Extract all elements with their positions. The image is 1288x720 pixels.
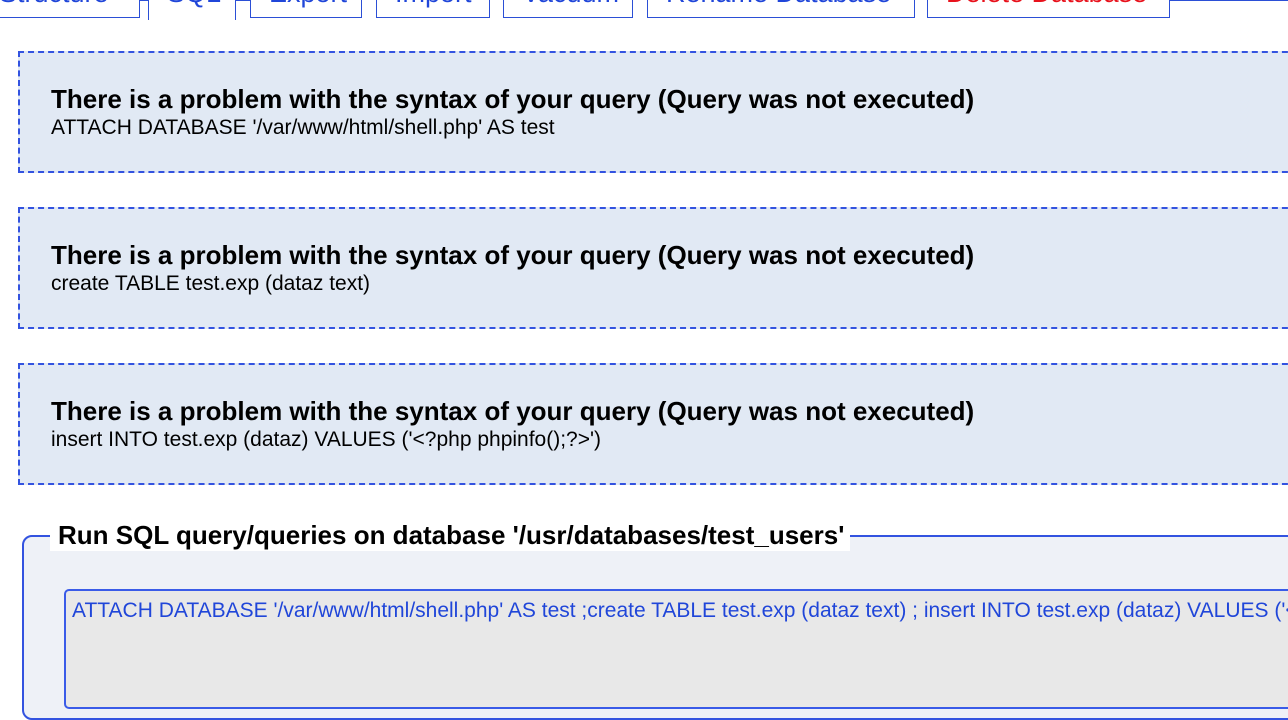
error-message: There is a problem with the syntax of yo… [18,51,1288,173]
error-query: ATTACH DATABASE '/var/www/html/shell.php… [51,116,555,139]
run-sql-legend: Run SQL query/queries on database '/usr/… [50,520,851,551]
error-title: There is a problem with the syntax of yo… [51,396,975,426]
database-tabs: Structure SQL Export Import Vacuum Renam… [0,0,1288,20]
error-title: There is a problem with the syntax of yo… [51,84,975,114]
tab-vacuum[interactable]: Vacuum [503,0,633,18]
tab-sql[interactable]: SQL [148,0,236,20]
error-title: There is a problem with the syntax of yo… [51,240,975,270]
error-message: There is a problem with the syntax of yo… [18,363,1288,485]
tab-import[interactable]: Import [376,0,490,18]
error-query: insert INTO test.exp (dataz) VALUES ('<?… [51,428,601,451]
error-query: create TABLE test.exp (dataz text) [51,272,371,295]
tab-bar-line [236,0,250,1]
error-message: There is a problem with the syntax of yo… [18,207,1288,329]
tab-export[interactable]: Export [250,0,362,18]
tab-rename-database[interactable]: Rename Database [647,0,915,18]
tab-structure[interactable]: Structure [0,0,140,18]
sql-query-input[interactable]: ATTACH DATABASE '/var/www/html/shell.php… [64,589,1288,709]
tab-bar-line [1170,0,1288,1]
tab-delete-database[interactable]: Delete Database [927,0,1170,18]
